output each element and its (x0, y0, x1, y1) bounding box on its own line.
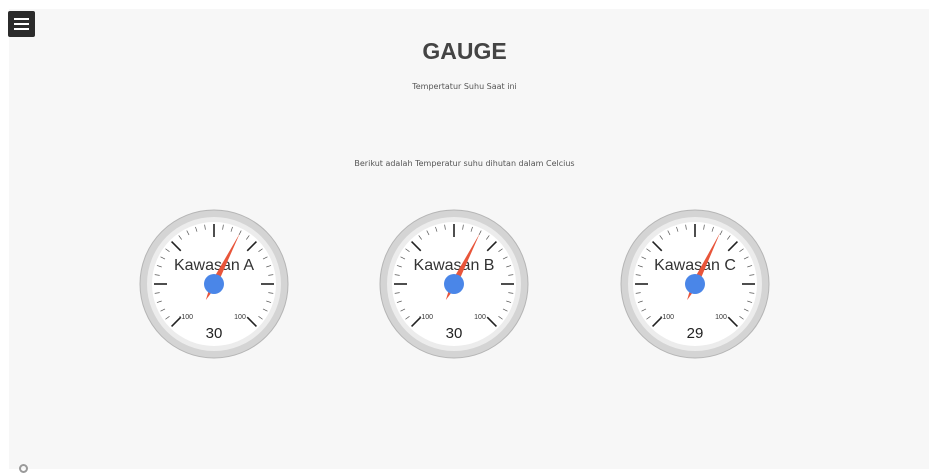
page-title: GAUGE (422, 38, 507, 64)
gauge-description: Berikut adalah Temperatur suhu dihutan d… (354, 159, 575, 168)
gauge-kawasan-c: Kawasan C -100 100 29 (619, 208, 771, 360)
gauge-kawasan-a: Kawasan A -100 100 30 (138, 208, 290, 360)
gauge-dial: Kawasan C -100 100 29 (620, 209, 770, 359)
gauge-max-label: 100 (474, 314, 486, 321)
gauge-dial: Kawasan A -100 100 30 (139, 209, 289, 359)
gauge-value: 30 (446, 325, 463, 342)
gauge-value: 30 (206, 325, 223, 342)
gauge-needle-hub (204, 274, 224, 294)
hamburger-menu-button[interactable] (8, 11, 35, 37)
page-subtitle: Tempertatur Suhu Saat ini (412, 82, 517, 91)
gauge-label: Kawasan B (414, 257, 495, 274)
gauge-needle-hub (685, 274, 705, 294)
gauge-min-label: -100 (179, 314, 193, 321)
gauge-kawasan-b: Kawasan B -100 100 30 (378, 208, 530, 360)
gauge-label: Kawasan A (174, 257, 254, 274)
gauge-min-label: -100 (660, 314, 674, 321)
hamburger-menu-icon (14, 18, 29, 20)
hamburger-menu-line (14, 28, 29, 30)
gauge-min-label: -100 (419, 314, 433, 321)
gauge-dial: Kawasan B -100 100 30 (379, 209, 529, 359)
gauge-max-label: 100 (234, 314, 246, 321)
gauge-value: 29 (687, 325, 704, 342)
gauge-needle-hub (444, 274, 464, 294)
hamburger-menu-line (14, 23, 29, 25)
gauge-max-label: 100 (715, 314, 727, 321)
gauge-label: Kawasan C (654, 257, 736, 274)
